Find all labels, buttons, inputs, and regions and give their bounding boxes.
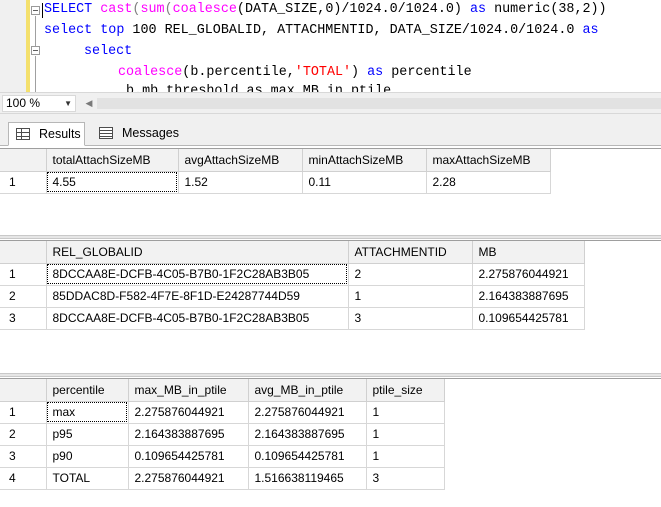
row-number[interactable]: 3 xyxy=(0,445,47,468)
grid-cell[interactable]: 1 xyxy=(366,401,445,424)
scroll-left-icon[interactable]: ◀ xyxy=(82,95,96,112)
result-grid-2[interactable]: REL_GLOBALID ATTACHMENTID MB 1 8DCCAA8E-… xyxy=(0,240,661,373)
grid-cell[interactable]: 4.55 xyxy=(46,171,179,194)
column-header[interactable]: ptile_size xyxy=(366,379,445,402)
grid-cell[interactable]: 1 xyxy=(366,423,445,446)
grid-cell[interactable]: 85DDAC8D-F582-4F7E-8F1D-E24287744D59 xyxy=(46,285,349,308)
zoom-value: 100 % xyxy=(6,96,41,110)
zoom-bar: 100 % ▼ ◀ xyxy=(0,92,661,114)
change-tracking-bar xyxy=(26,0,30,92)
table-row[interactable]: 1 4.55 1.52 0.11 2.28 xyxy=(0,171,551,194)
grid-cell[interactable]: 0.109654425781 xyxy=(248,445,367,468)
row-number[interactable]: 1 xyxy=(0,171,47,194)
grid-cell[interactable]: 2.275876044921 xyxy=(472,263,585,286)
horizontal-scrollbar[interactable] xyxy=(97,98,661,109)
grid-cell[interactable]: 1 xyxy=(366,445,445,468)
tab-messages-label: Messages xyxy=(122,126,179,140)
result-grid-1[interactable]: totalAttachSizeMB avgAttachSizeMB minAtt… xyxy=(0,148,661,238)
results-tab-strip: Results Messages xyxy=(0,114,661,146)
outline-line xyxy=(35,16,36,46)
grid-cell[interactable]: 1.52 xyxy=(178,171,303,194)
grid-cell[interactable]: max xyxy=(46,401,129,424)
grid-cell[interactable]: 2 xyxy=(348,263,473,286)
row-number[interactable]: 1 xyxy=(0,263,47,286)
table-row[interactable]: 1 8DCCAA8E-DCFB-4C05-B7B0-1F2C28AB3B05 2… xyxy=(0,263,585,286)
grid-header-row: totalAttachSizeMB avgAttachSizeMB minAtt… xyxy=(0,149,551,172)
collapse-icon[interactable] xyxy=(31,46,40,55)
grid-cell[interactable]: p95 xyxy=(46,423,129,446)
row-number[interactable]: 1 xyxy=(0,401,47,424)
grid-icon xyxy=(16,128,30,140)
column-header[interactable]: MB xyxy=(472,241,585,264)
column-header[interactable]: percentile xyxy=(46,379,129,402)
code-line-1: SELECT cast(sum(coalesce(DATA_SIZE,0)/10… xyxy=(44,2,607,17)
grid-cell[interactable]: 2.164383887695 xyxy=(248,423,367,446)
column-header[interactable]: ATTACHMENTID xyxy=(348,241,473,264)
row-number[interactable]: 2 xyxy=(0,285,47,308)
grid-cell[interactable]: 0.11 xyxy=(302,171,427,194)
row-number-header[interactable] xyxy=(0,379,47,402)
outline-line xyxy=(35,56,36,92)
tab-results-label: Results xyxy=(39,127,81,141)
column-header[interactable]: totalAttachSizeMB xyxy=(46,149,179,172)
grid-cell[interactable]: 2.164383887695 xyxy=(472,285,585,308)
collapse-icon[interactable] xyxy=(31,6,40,15)
grid-cell[interactable]: 2.275876044921 xyxy=(128,467,249,490)
grid-splitter[interactable] xyxy=(0,373,661,377)
grid-cell[interactable]: 2.28 xyxy=(426,171,551,194)
text-caret xyxy=(42,3,43,18)
grid-cell[interactable]: 3 xyxy=(366,467,445,490)
grid-cell[interactable]: 0.109654425781 xyxy=(472,307,585,330)
table-row[interactable]: 4 TOTAL 2.275876044921 1.516638119465 3 xyxy=(0,467,445,490)
table-row[interactable]: 1 max 2.275876044921 2.275876044921 1 xyxy=(0,401,445,424)
grid-cell[interactable]: 8DCCAA8E-DCFB-4C05-B7B0-1F2C28AB3B05 xyxy=(46,263,349,286)
tab-messages[interactable]: Messages xyxy=(92,122,190,146)
table-row[interactable]: 2 85DDAC8D-F582-4F7E-8F1D-E24287744D59 1… xyxy=(0,285,585,308)
grid-cell[interactable]: 2.275876044921 xyxy=(128,401,249,424)
grid-cell[interactable]: 2.275876044921 xyxy=(248,401,367,424)
row-number-header[interactable] xyxy=(0,149,47,172)
grid-header-row: REL_GLOBALID ATTACHMENTID MB xyxy=(0,241,585,264)
messages-icon xyxy=(99,127,113,139)
grid-cell[interactable]: p90 xyxy=(46,445,129,468)
chevron-down-icon: ▼ xyxy=(64,99,72,108)
row-number-header[interactable] xyxy=(0,241,47,264)
row-number[interactable]: 3 xyxy=(0,307,47,330)
grid-cell[interactable]: TOTAL xyxy=(46,467,129,490)
row-number[interactable]: 2 xyxy=(0,423,47,446)
column-header[interactable]: maxAttachSizeMB xyxy=(426,149,551,172)
row-number[interactable]: 4 xyxy=(0,467,47,490)
grid-header-row: percentile max_MB_in_ptile avg_MB_in_pti… xyxy=(0,379,445,402)
grid-cell[interactable]: 1.516638119465 xyxy=(248,467,367,490)
sql-editor[interactable]: SELECT cast(sum(coalesce(DATA_SIZE,0)/10… xyxy=(0,0,661,92)
column-header[interactable]: avg_MB_in_ptile xyxy=(248,379,367,402)
table-row[interactable]: 3 p90 0.109654425781 0.109654425781 1 xyxy=(0,445,445,468)
column-header[interactable]: minAttachSizeMB xyxy=(302,149,427,172)
grid-cell[interactable]: 0.109654425781 xyxy=(128,445,249,468)
grid-cell[interactable]: 1 xyxy=(348,285,473,308)
zoom-dropdown[interactable]: 100 % ▼ xyxy=(2,95,76,112)
result-grid-3[interactable]: percentile max_MB_in_ptile avg_MB_in_pti… xyxy=(0,378,661,507)
code-line-5: b.mb_threshold as max_MB_in_ptile xyxy=(126,84,392,92)
column-header[interactable]: REL_GLOBALID xyxy=(46,241,349,264)
table-row[interactable]: 2 p95 2.164383887695 2.164383887695 1 xyxy=(0,423,445,446)
table-row[interactable]: 3 8DCCAA8E-DCFB-4C05-B7B0-1F2C28AB3B05 3… xyxy=(0,307,585,330)
code-line-3: select xyxy=(84,44,133,59)
grid-cell[interactable]: 3 xyxy=(348,307,473,330)
column-header[interactable]: avgAttachSizeMB xyxy=(178,149,303,172)
code-line-4: coalesce(b.percentile,'TOTAL') as percen… xyxy=(118,65,472,80)
grid-splitter[interactable] xyxy=(0,235,661,239)
code-line-2: select top 100 REL_GLOBALID, ATTACHMENTI… xyxy=(44,23,599,38)
editor-margin xyxy=(0,0,26,92)
column-header[interactable]: max_MB_in_ptile xyxy=(128,379,249,402)
grid-cell[interactable]: 2.164383887695 xyxy=(128,423,249,446)
tab-results[interactable]: Results xyxy=(8,122,85,146)
grid-cell[interactable]: 8DCCAA8E-DCFB-4C05-B7B0-1F2C28AB3B05 xyxy=(46,307,349,330)
